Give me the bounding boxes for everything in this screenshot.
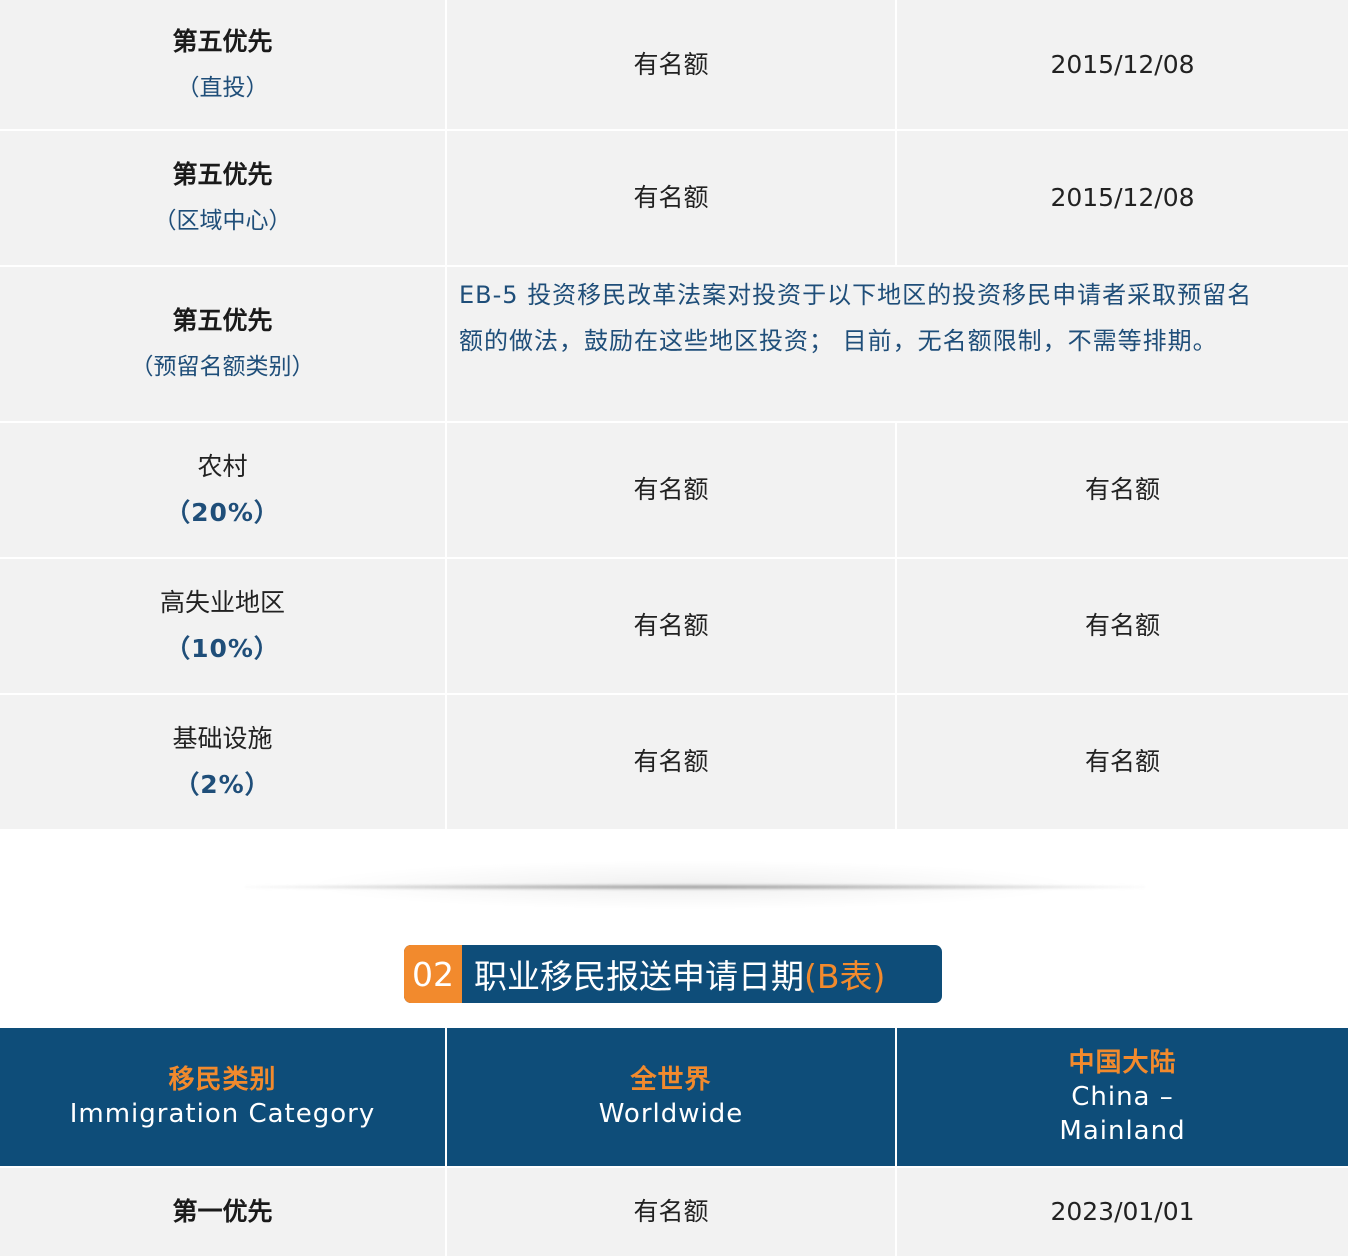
section-title-text: 职业移民报送申请日期 (B表)	[462, 945, 942, 1003]
table-row: 高失业地区 （10%） 有名额 有名额	[0, 559, 1348, 695]
category-percent: （10%）	[165, 634, 280, 663]
table-row: 农村 （20%） 有名额 有名额	[0, 423, 1348, 559]
header-zh: 移民类别	[168, 1065, 277, 1095]
category-percent: （2%）	[174, 770, 271, 799]
category-sub: （区域中心）	[153, 208, 292, 234]
category-cell: 高失业地区 （10%）	[0, 559, 447, 693]
header-en: Worldwide	[598, 1099, 744, 1129]
worldwide-cell: 有名额	[447, 1168, 897, 1256]
china-cell: 2023/01/01	[1050, 1197, 1195, 1226]
section-heading: 02 职业移民报送申请日期 (B表)	[404, 945, 942, 1003]
section-title-main: 职业移民报送申请日期	[474, 957, 804, 996]
category-cell: 第五优先 （区域中心）	[0, 131, 447, 265]
category-percent: （20%）	[165, 498, 280, 527]
category-label: 第五优先	[172, 306, 273, 335]
worldwide-cell: 有名额	[447, 131, 897, 265]
category-label: 第五优先	[172, 160, 273, 189]
category-cell: 农村 （20%）	[0, 423, 447, 557]
table-row: 第五优先 （区域中心） 有名额 2015/12/08	[0, 131, 1348, 267]
category-cell: 第五优先 （直投）	[0, 0, 447, 129]
reserved-note-cell: EB-5 投资移民改革法案对投资于以下地区的投资移民申请者采取预留名 额的做法，…	[447, 267, 1348, 421]
china-cell: 2015/12/08	[1050, 49, 1195, 79]
category-label: 第一优先	[172, 1197, 273, 1226]
header-zh: 中国大陆	[1068, 1048, 1177, 1078]
china-cell: 有名额	[1084, 747, 1160, 776]
category-label: 农村	[197, 452, 248, 481]
dates-for-filing-table: 移民类别 Immigration Category 全世界 Worldwide …	[0, 1028, 1348, 1256]
worldwide-cell: 有名额	[447, 559, 897, 693]
eb5-dates-table: 第五优先 （直投） 有名额 2015/12/08 第五优先 （区域中心） 有名额…	[0, 0, 1348, 829]
category-sub: （直投）	[176, 74, 269, 101]
reserved-note-line: EB-5 投资移民改革法案对投资于以下地区的投资移民申请者采取预留名	[459, 281, 1253, 309]
header-category: 移民类别 Immigration Category	[0, 1028, 447, 1166]
table-header-row: 移民类别 Immigration Category 全世界 Worldwide …	[0, 1028, 1348, 1168]
china-cell: 2015/12/08	[1050, 183, 1195, 212]
category-label: 基础设施	[172, 724, 273, 753]
header-en: China –	[1071, 1082, 1174, 1112]
category-cell: 第一优先	[0, 1168, 447, 1256]
table-row: 第五优先 （预留名额类别） EB-5 投资移民改革法案对投资于以下地区的投资移民…	[0, 267, 1348, 423]
table-row: 第五优先 （直投） 有名额 2015/12/08	[0, 0, 1348, 131]
section-divider	[245, 884, 1145, 890]
category-cell: 第五优先 （预留名额类别）	[0, 267, 447, 421]
table-row: 第一优先 有名额 2023/01/01	[0, 1168, 1348, 1256]
section-title-accent: (B表)	[804, 957, 886, 996]
worldwide-cell: 有名额	[447, 423, 897, 557]
section-number-badge: 02	[404, 945, 462, 1003]
header-china: 中国大陆 China – Mainland	[897, 1028, 1348, 1166]
header-zh: 全世界	[630, 1065, 712, 1095]
worldwide-cell: 有名额	[447, 0, 897, 129]
category-sub: （预留名额类别）	[130, 354, 315, 380]
worldwide-cell: 有名额	[447, 695, 897, 829]
category-cell: 基础设施 （2%）	[0, 695, 447, 829]
header-worldwide: 全世界 Worldwide	[447, 1028, 897, 1166]
header-en: Mainland	[1059, 1116, 1186, 1146]
china-cell: 有名额	[1084, 475, 1160, 504]
reserved-note-line: 额的做法，鼓励在这些地区投资； 目前，无名额限制，不需等排期。	[459, 327, 1218, 355]
header-en: Immigration Category	[69, 1099, 376, 1129]
table-row: 基础设施 （2%） 有名额 有名额	[0, 695, 1348, 829]
category-label: 高失业地区	[159, 588, 285, 617]
china-cell: 有名额	[1084, 611, 1160, 640]
category-label: 第五优先	[172, 26, 273, 56]
